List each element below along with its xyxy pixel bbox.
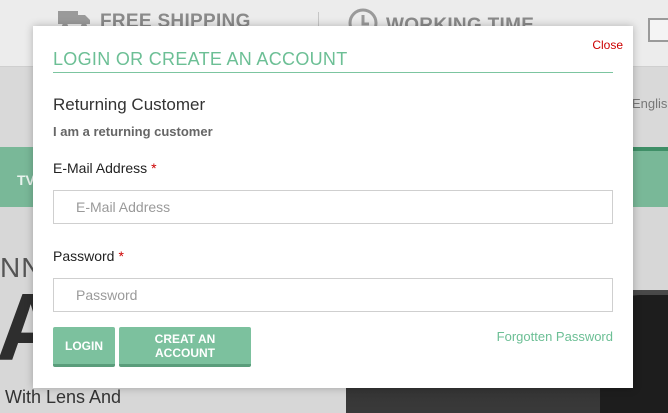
modal-title: LOGIN OR CREATE AN ACCOUNT — [53, 49, 348, 69]
email-label: E-Mail Address * — [53, 160, 157, 176]
email-field[interactable] — [53, 190, 613, 224]
nav-accent-line — [632, 147, 668, 151]
language-selector[interactable]: English — [632, 96, 668, 111]
email-label-text: E-Mail Address — [53, 160, 148, 176]
create-account-button[interactable]: CREAT AN ACCOUNT — [119, 327, 251, 367]
password-required-mark: * — [118, 248, 124, 264]
login-modal: Close LOGIN OR CREATE AN ACCOUNT Returni… — [33, 26, 633, 388]
login-button[interactable]: LOGIN — [53, 327, 115, 367]
close-button[interactable]: Close — [592, 38, 623, 52]
returning-customer-subheading: I am a returning customer — [53, 124, 213, 139]
side-cart-box — [648, 18, 668, 42]
password-label: Password * — [53, 248, 124, 264]
forgotten-password-link[interactable]: Forgotten Password — [497, 329, 613, 344]
password-label-text: Password — [53, 248, 115, 264]
hero-caption: With Lens And — [5, 387, 122, 407]
title-divider — [53, 72, 613, 73]
email-required-mark: * — [151, 160, 157, 176]
returning-customer-heading: Returning Customer — [53, 95, 206, 114]
password-field[interactable] — [53, 278, 613, 312]
